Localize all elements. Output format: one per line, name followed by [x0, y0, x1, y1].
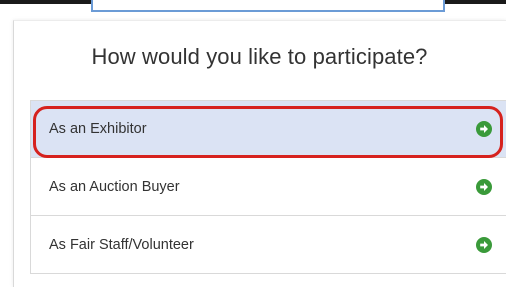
option-label: As an Auction Buyer	[49, 178, 180, 195]
option-label: As Fair Staff/Volunteer	[49, 236, 194, 253]
arrow-circle-right-icon	[476, 236, 492, 253]
option-fair-staff-volunteer[interactable]: As Fair Staff/Volunteer	[31, 216, 506, 274]
participation-options-list: As an Exhibitor As an Auction Buyer As F…	[30, 100, 506, 274]
arrow-circle-right-icon	[476, 178, 492, 195]
page-title: How would you like to participate?	[91, 44, 428, 69]
option-exhibitor[interactable]: As an Exhibitor	[31, 101, 506, 158]
arrow-circle-right-icon	[476, 121, 492, 137]
top-input-field[interactable]	[91, 0, 445, 12]
option-label: As an Exhibitor	[49, 121, 147, 137]
option-auction-buyer[interactable]: As an Auction Buyer	[31, 158, 506, 216]
